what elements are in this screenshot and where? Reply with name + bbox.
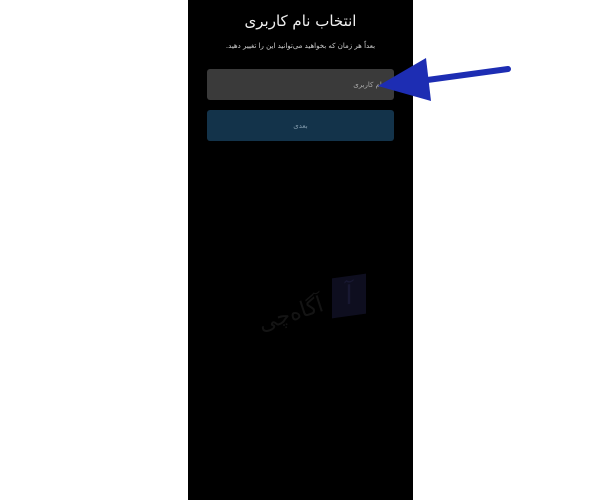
watermark-logo-text: آگاه‌چی <box>255 292 327 337</box>
page-title: انتخاب نام کاربری <box>244 12 357 30</box>
page-subtitle: بعداً هر زمان که بخواهید می‌توانید این ر… <box>225 42 376 50</box>
phone-screen: انتخاب نام کاربری بعداً هر زمان که بخواه… <box>188 0 413 500</box>
watermark-logo: آ آگاه‌چی <box>236 268 371 368</box>
screenshot-stage: انتخاب نام کاربری بعداً هر زمان که بخواه… <box>0 0 600 500</box>
next-button[interactable]: بعدی <box>207 110 394 141</box>
username-input[interactable] <box>207 69 394 100</box>
